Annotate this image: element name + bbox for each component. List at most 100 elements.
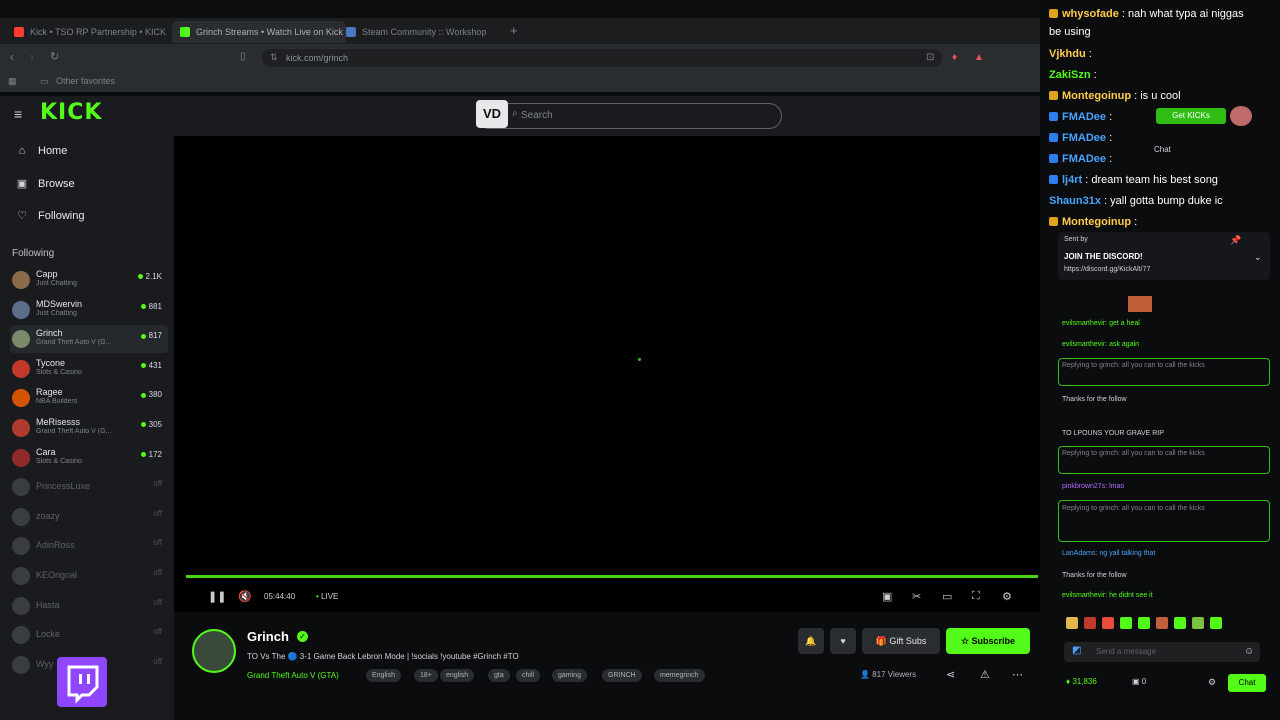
chat-badge-icon [1049,133,1058,142]
kick-logo[interactable]: KICK [40,100,102,125]
sidebar-channel-mdswervin[interactable]: MDSwervin Just Chatting 881 [10,296,168,324]
brave-shield-icon[interactable]: ♦ [952,52,957,63]
emote-icon[interactable] [1192,617,1204,629]
nav-home[interactable]: ⌂ Home [16,145,68,157]
follow-button[interactable]: ♥ [830,628,856,654]
menu-icon[interactable]: ≡ [14,106,22,122]
sidebar-channel-keorignal[interactable]: KEOrignal off [10,562,168,590]
rewards-icon[interactable]: ▲ [974,52,984,63]
chat-input[interactable]: Send a message [1064,642,1260,662]
stream-tag[interactable]: English [366,669,401,682]
reload-icon[interactable]: ↻ [50,50,59,63]
stream-tag[interactable]: gaming [552,669,587,682]
subscribe-button[interactable]: ☆ Subscribe [946,628,1030,654]
sidebar-channel-capp[interactable]: Capp Just Chatting 2.1K [10,266,168,294]
emote-icon[interactable] [1066,617,1078,629]
stream-category[interactable]: Grand Theft Auto V (GTA) [247,671,339,680]
video-player[interactable] [174,136,1040,612]
notification-bell-button[interactable]: 🔔 [798,628,824,654]
new-tab-icon[interactable]: + [510,23,518,38]
channel-avatar [12,596,30,615]
chat-username[interactable]: Vjkhdu [1049,48,1086,60]
sidebar-channel-princessluxe[interactable]: PrincessLuxe off [10,473,168,501]
sidebar-channel-grinch[interactable]: Grinch Grand Theft Auto V (G... 817 [10,325,168,354]
bookmark-label[interactable]: Other favorites [56,76,115,86]
sidebar-channel-tycone[interactable]: Tycone Slots & Casino 431 [10,355,168,383]
stream-tag[interactable]: memegrinch [654,669,705,682]
emote-icon[interactable] [1138,617,1150,629]
pinned-link[interactable]: https://discord.gg/KickAlt/77 [1064,266,1150,273]
chat-username[interactable]: FMADee [1062,132,1106,144]
fullscreen-icon[interactable]: ⛶ [972,590,980,603]
bell-icon: 🔔 [805,636,817,646]
stream-tag[interactable]: 18+ [414,669,438,682]
chat-username[interactable]: FMADee [1062,153,1106,165]
chat-separator: : [1131,216,1138,228]
stream-tag[interactable]: chill [516,669,541,682]
browser-tab[interactable]: Kick • TSO RP Partnership • KICK [6,21,180,43]
streamer-name[interactable]: Grinch [247,629,289,644]
sidebar-channel-adinross[interactable]: AdinRoss off [10,532,168,560]
stream-tag[interactable]: english [440,669,475,682]
chat-username[interactable]: ZakiSzn [1049,69,1091,81]
pin-icon[interactable]: 📌 [1230,235,1241,246]
chat-tab-label[interactable]: Chat [1154,145,1171,154]
get-kicks-button[interactable]: Get KICKs [1156,108,1226,124]
sidebar-channel-ragee[interactable]: Ragee NBA Builders 380 [10,384,168,412]
nav-browse[interactable]: ▣ Browse [16,177,75,191]
nav-label: Browse [38,177,75,190]
tab-favicon-icon [14,27,24,37]
streamer-avatar[interactable] [192,629,236,673]
browser-tab[interactable]: Steam Community :: Workshop [338,21,512,43]
miniplayer-icon[interactable]: ▣ [882,590,892,603]
apps-icon[interactable]: ▦ [8,76,17,87]
chat-username[interactable]: whysofade [1062,8,1119,20]
chat-username[interactable]: Montegoinup [1062,216,1131,228]
emoji-icon[interactable]: ☺ [1244,646,1254,657]
channel-avatar [12,567,30,585]
report-icon[interactable]: ⚠ [980,668,990,681]
site-info-icon[interactable]: ⇅ [270,52,278,63]
offline-indicator: off [153,656,162,666]
channel-name: Hasta [36,599,60,610]
emote-icon[interactable] [1174,617,1186,629]
chat-username[interactable]: FMADee [1062,111,1106,123]
emote-icon[interactable] [1120,617,1132,629]
user-avatar[interactable] [1230,106,1252,126]
sidebar-channel-zoazy[interactable]: zoazy off [10,503,168,531]
settings-icon[interactable]: ⚙ [1002,590,1012,603]
stream-tag[interactable]: GRINCH [602,669,642,682]
emote-icon[interactable] [1102,617,1114,629]
chat-username[interactable]: Shaun31x [1049,195,1101,207]
sidebar-channel-locke[interactable]: Locke off [10,621,168,649]
channel-viewers: 431 [140,361,162,370]
emote-icon[interactable] [1156,617,1168,629]
sidebar-channel-hasta[interactable]: Hasta off [10,592,168,620]
emote-icon[interactable] [1210,617,1222,629]
theater-mode-icon[interactable]: ▭ [942,590,952,603]
sidebar-channel-merisesss[interactable]: MeRisesss Grand Theft Auto V (G... 305 [10,414,168,442]
chat-username[interactable]: Montegoinup [1062,90,1131,102]
browser-tab-active[interactable]: Grinch Streams • Watch Live on Kick [172,21,346,43]
more-icon[interactable]: ⋯ [1012,668,1023,681]
stream-tag[interactable]: gta [488,669,510,682]
emote-icon[interactable] [1084,617,1096,629]
url-bar[interactable]: kick.com/grinch [262,49,942,67]
forward-icon[interactable]: › [30,50,34,64]
clip-icon[interactable]: ✂ [912,590,921,603]
nav-following[interactable]: ♡ Following [16,209,84,223]
sidebar-channel-cara[interactable]: Cara Slots & Casino 172 [10,444,168,472]
chat-history-line: Replying to grinch: all you can to call … [1062,362,1205,369]
share-icon[interactable]: ⋖ [946,668,955,681]
pause-icon[interactable]: ❚❚ [208,590,226,603]
channel-viewers: 817 [140,331,162,340]
chat-settings-icon[interactable]: ⚙ [1208,677,1216,688]
gift-subs-button[interactable]: 🎁 Gift Subs [862,628,940,654]
search-input[interactable]: Search [476,103,782,129]
extension-icon[interactable]: ⊡ [926,52,934,63]
chevron-down-icon[interactable]: ⌄ [1254,252,1262,263]
chat-send-button[interactable]: Chat [1228,674,1266,692]
mute-icon[interactable]: 🔇 [238,590,252,603]
chat-username[interactable]: lj4rt [1062,174,1082,186]
back-icon[interactable]: ‹ [10,50,14,64]
